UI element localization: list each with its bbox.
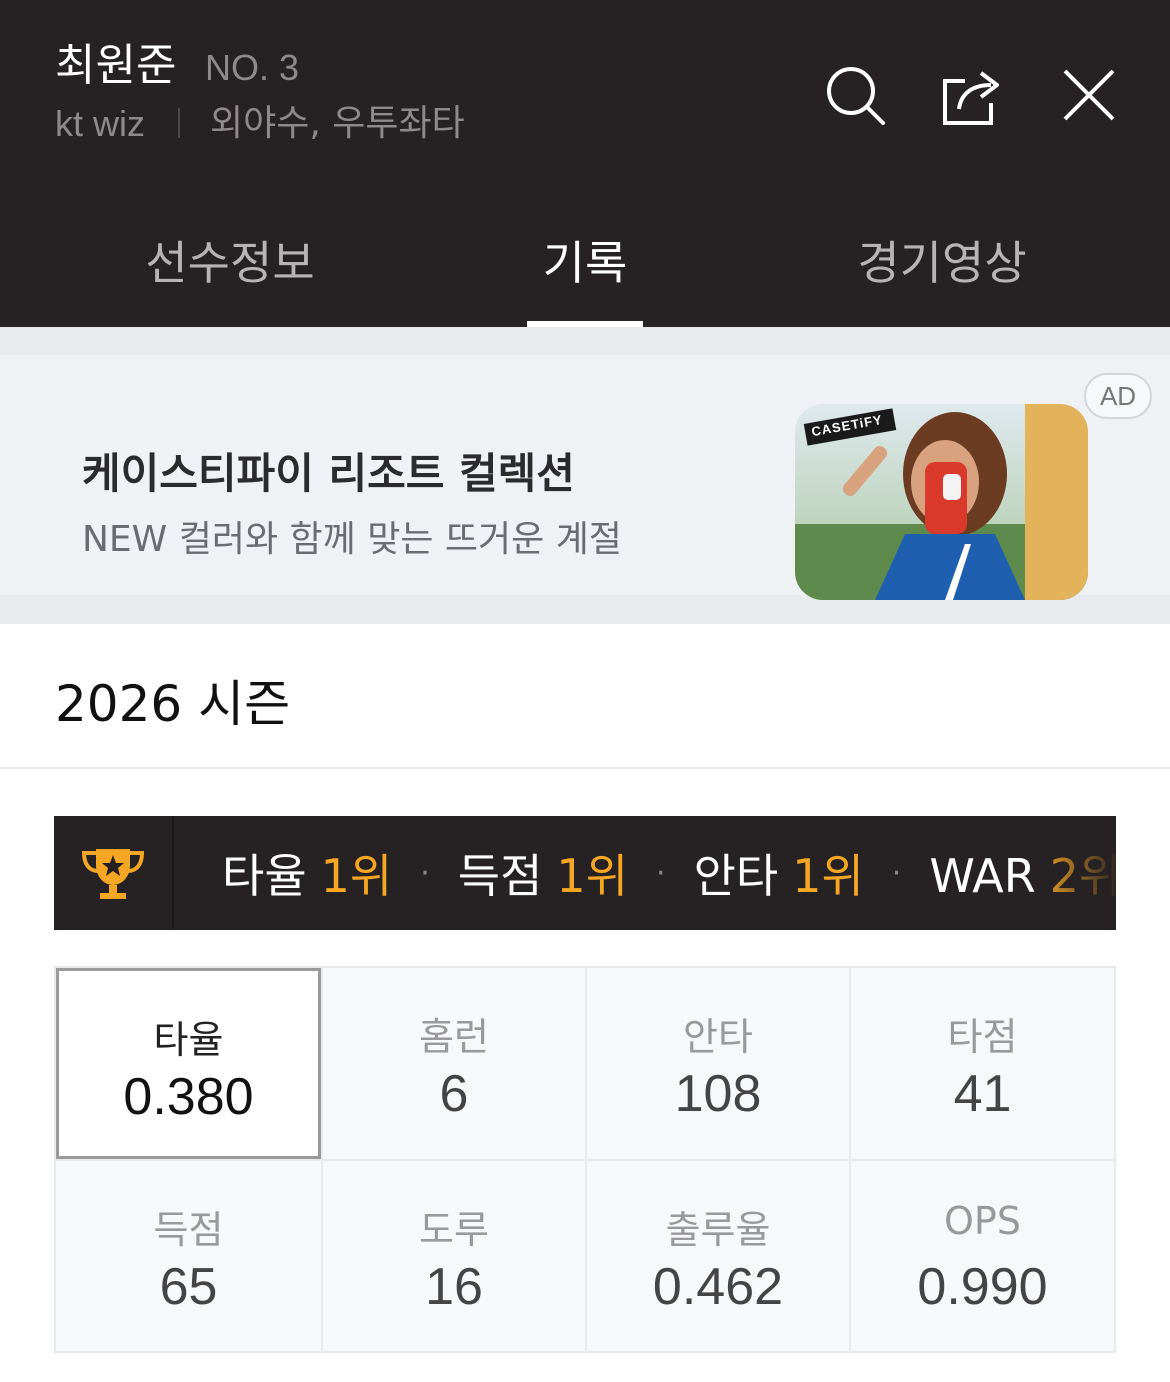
ad-subtitle: NEW 컬러와 함께 맞는 뜨거운 계절 xyxy=(82,519,622,560)
stat-value: 65 xyxy=(159,1258,218,1316)
stat-value: 16 xyxy=(425,1258,483,1316)
ad-image[interactable]: CASETiFY xyxy=(795,404,1088,600)
stat-value: 0.380 xyxy=(123,1068,254,1126)
stat-value: 6 xyxy=(439,1065,469,1123)
separator-dot: · xyxy=(420,855,430,891)
stat-cell-rbi[interactable]: 타점 41 xyxy=(851,968,1114,1159)
stat-value: 0.462 xyxy=(652,1258,784,1316)
ad-content[interactable]: 케이스티파이 리조트 컬렉션 NEW 컬러와 함께 맞는 뜨거운 계절 CASE… xyxy=(0,355,1170,600)
stat-cell-hr[interactable]: 홈런 6 xyxy=(323,968,585,1159)
player-team[interactable]: kt wiz xyxy=(55,100,145,148)
ranking-item: 타율 1위 xyxy=(222,849,393,903)
ranking-item: 득점 1위 xyxy=(457,849,629,903)
trophy-icon-box xyxy=(54,816,174,930)
stat-value: 41 xyxy=(953,1065,1012,1123)
stat-cell-obp[interactable]: 출루율 0.462 xyxy=(587,1161,849,1351)
stat-label: 안타 xyxy=(683,1015,753,1059)
tab-game-videos[interactable]: 경기영상 xyxy=(762,192,1122,327)
search-icon[interactable] xyxy=(820,60,890,130)
ranking-item: 안타 1위 xyxy=(693,849,864,903)
share-icon[interactable] xyxy=(936,60,1006,130)
player-header: 최원준 NO. 3 kt wiz 외야수, 우투좌타 xyxy=(0,0,1170,192)
stat-label: 득점 xyxy=(153,1208,224,1252)
player-number: NO. 3 xyxy=(205,47,300,88)
stat-cell-sb[interactable]: 도루 16 xyxy=(323,1161,585,1351)
divider xyxy=(178,108,180,138)
ranking-bar[interactable]: 타율1위 · 득점1위 · 안타1위 · WAR2위 xyxy=(54,816,1116,930)
player-name: 최원준 xyxy=(55,40,177,91)
ad-banner[interactable]: 케이스티파이 리조트 컬렉션 NEW 컬러와 함께 맞는 뜨거운 계절 CASE… xyxy=(0,327,1170,624)
tab-bar: 선수정보 기록 경기영상 xyxy=(0,192,1170,327)
stat-cell-avg[interactable]: 타율 0.380 xyxy=(56,968,321,1159)
separator-dot: · xyxy=(656,855,666,891)
close-icon[interactable] xyxy=(1054,60,1124,130)
stat-value: 108 xyxy=(674,1065,762,1123)
ranking-list: 타율1위 · 득점1위 · 안타1위 · WAR2위 xyxy=(222,816,1116,930)
trophy-icon xyxy=(81,849,145,899)
season-title: 2026 시즌 xyxy=(55,675,291,733)
stat-label: 도루 xyxy=(419,1208,489,1252)
scroll-fade xyxy=(1036,816,1116,930)
player-positions: 외야수, 우투좌타 xyxy=(210,103,465,144)
season-header: 2026 시즌 xyxy=(0,624,1170,769)
stat-label: OPS xyxy=(944,1199,1021,1243)
separator-dot: · xyxy=(891,855,902,891)
stat-value: 0.990 xyxy=(917,1258,1048,1316)
stat-label: 타점 xyxy=(947,1015,1018,1059)
ad-badge[interactable]: AD xyxy=(1084,373,1152,419)
stat-cell-ops[interactable]: OPS 0.990 xyxy=(851,1161,1114,1351)
tab-player-info[interactable]: 선수정보 xyxy=(50,192,410,327)
stat-cell-runs[interactable]: 득점 65 xyxy=(56,1161,321,1351)
stats-grid: 타율 0.380 홈런 6 안타 108 타점 41 득점 65 도루 16 출… xyxy=(54,966,1116,1353)
stat-label: 타율 xyxy=(153,1018,224,1062)
stat-cell-hits[interactable]: 안타 108 xyxy=(587,968,849,1159)
stat-label: 홈런 xyxy=(419,1015,489,1059)
ad-title: 케이스티파이 리조트 컬렉션 xyxy=(82,449,575,498)
stat-label: 출루율 xyxy=(665,1208,771,1252)
tab-records[interactable]: 기록 xyxy=(405,192,765,327)
